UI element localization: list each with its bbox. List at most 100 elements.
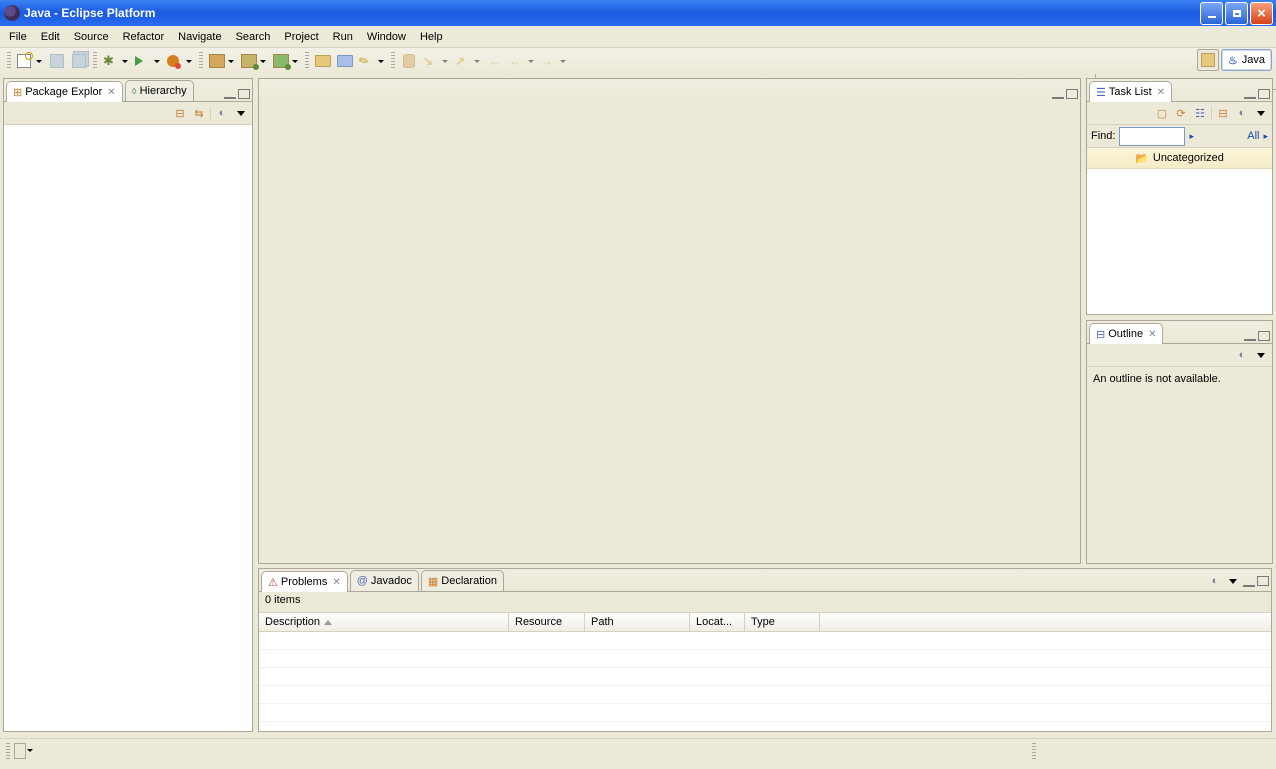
annotation-prev-button[interactable]: ↗ <box>453 51 483 71</box>
focus-task-button[interactable]: ◐ <box>1207 573 1223 589</box>
close-tab-icon[interactable]: ✕ <box>1148 329 1156 340</box>
package-explorer-content[interactable] <box>4 125 252 731</box>
outline-icon: ⊟ <box>1096 328 1105 341</box>
view-menu-button[interactable] <box>233 105 249 121</box>
focus-task-button[interactable]: ◐ <box>214 105 230 121</box>
menu-file[interactable]: File <box>2 29 34 45</box>
col-resource[interactable]: Resource <box>509 613 585 631</box>
window-maximize-button[interactable] <box>1225 2 1248 25</box>
tab-outline[interactable]: ⊟ Outline ✕ <box>1089 323 1163 344</box>
task-category-row[interactable]: 📂 Uncategorized <box>1087 148 1272 169</box>
close-tab-icon[interactable]: ✕ <box>332 577 340 588</box>
folder-icon <box>315 55 331 67</box>
outline-tabs: ⊟ Outline ✕ <box>1087 321 1272 344</box>
debug-button[interactable]: ✱ <box>101 51 131 71</box>
new-class-button[interactable] <box>271 51 301 71</box>
close-tab-icon[interactable]: ✕ <box>1157 87 1165 98</box>
col-path[interactable]: Path <box>585 613 690 631</box>
synchronize-button[interactable]: ⟳ <box>1173 105 1189 121</box>
toolbar-grip[interactable] <box>93 52 97 70</box>
toolbar-grip[interactable] <box>305 52 309 70</box>
col-type[interactable]: Type <box>745 613 820 631</box>
close-tab-icon[interactable]: ✕ <box>107 87 115 98</box>
save-button[interactable] <box>47 51 67 71</box>
annotation-next-button[interactable]: ↘ <box>421 51 451 71</box>
tab-hierarchy[interactable]: ⬨ Hierarchy <box>125 80 194 101</box>
toolbar-grip[interactable] <box>199 52 203 70</box>
menu-search[interactable]: Search <box>229 29 278 45</box>
status-resize-grip[interactable] <box>1032 743 1036 759</box>
view-menu-button[interactable] <box>1253 105 1269 121</box>
history-forward-button[interactable]: → <box>539 51 569 71</box>
menu-chevron-icon <box>237 111 245 116</box>
external-tools-button[interactable] <box>165 51 195 71</box>
open-task-button[interactable] <box>335 51 355 71</box>
history-back-button[interactable]: ← <box>507 51 537 71</box>
run-button[interactable] <box>133 51 163 71</box>
task-find-input[interactable] <box>1119 127 1185 146</box>
menu-help[interactable]: Help <box>413 29 450 45</box>
package-icon <box>209 54 225 68</box>
maximize-editor-button[interactable] <box>1066 89 1078 99</box>
toggle-breadcrumb-button[interactable] <box>399 51 419 71</box>
search-button[interactable]: ✎ <box>357 51 387 71</box>
tab-label: Declaration <box>441 575 497 587</box>
tab-javadoc[interactable]: @ Javadoc <box>350 570 419 591</box>
task-filter-all[interactable]: All <box>1247 130 1259 142</box>
col-label: Type <box>751 616 775 628</box>
view-menu-button[interactable] <box>1253 347 1269 363</box>
open-perspective-button[interactable] <box>1197 49 1219 71</box>
new-type-button[interactable] <box>239 51 269 71</box>
menu-source[interactable]: Source <box>67 29 116 45</box>
new-wizard-button[interactable] <box>15 51 45 71</box>
menu-navigate[interactable]: Navigate <box>171 29 228 45</box>
window-close-button[interactable] <box>1250 2 1273 25</box>
new-package-button[interactable] <box>207 51 237 71</box>
minimize-view-button[interactable] <box>224 94 236 99</box>
problems-body[interactable] <box>259 632 1271 731</box>
menu-edit[interactable]: Edit <box>34 29 67 45</box>
statusbar-grip[interactable] <box>6 743 10 759</box>
minimize-view-button[interactable] <box>1243 582 1255 587</box>
menu-refactor[interactable]: Refactor <box>116 29 172 45</box>
window-minimize-button[interactable] <box>1200 2 1223 25</box>
java-perspective-button[interactable]: ♨ Java <box>1221 49 1272 71</box>
menu-project[interactable]: Project <box>277 29 325 45</box>
minimize-editor-button[interactable] <box>1052 94 1064 99</box>
tab-package-explorer[interactable]: ⊞ Package Explor ✕ <box>6 81 123 102</box>
fast-view-button[interactable] <box>14 743 26 759</box>
collapse-all-button[interactable]: ⊟ <box>172 105 188 121</box>
bug-icon: ✱ <box>103 53 114 69</box>
tab-declaration[interactable]: ▦ Declaration <box>421 570 504 591</box>
find-next-icon[interactable]: ▸ <box>1263 131 1268 142</box>
col-location[interactable]: Locat... <box>690 613 745 631</box>
minimize-view-button[interactable] <box>1244 336 1256 341</box>
maximize-view-button[interactable] <box>1258 89 1270 99</box>
toolbar-grip[interactable] <box>391 52 395 70</box>
link-editor-button[interactable]: ⇆ <box>191 105 207 121</box>
col-label: Description <box>265 616 320 628</box>
find-prev-icon[interactable]: ▸ <box>1189 131 1194 142</box>
tab-problems[interactable]: ⚠ Problems ✕ <box>261 571 348 592</box>
open-type-button[interactable] <box>313 51 333 71</box>
menu-run[interactable]: Run <box>326 29 360 45</box>
collapse-button[interactable]: ⊟ <box>1215 105 1231 121</box>
maximize-view-button[interactable] <box>1258 331 1270 341</box>
editor-area <box>258 78 1081 564</box>
task-list-content[interactable] <box>1087 169 1272 314</box>
focus-task-button[interactable]: ◐ <box>1234 347 1250 363</box>
maximize-view-button[interactable] <box>238 89 250 99</box>
tab-task-list[interactable]: ☰ Task List ✕ <box>1089 81 1172 102</box>
minimize-view-button[interactable] <box>1244 94 1256 99</box>
toolbar-grip[interactable] <box>7 52 11 70</box>
categorize-button[interactable]: ☷ <box>1192 105 1208 121</box>
menu-window[interactable]: Window <box>360 29 413 45</box>
focus-workweek-button[interactable]: ◐ <box>1234 105 1250 121</box>
maximize-view-button[interactable] <box>1257 576 1269 586</box>
view-menu-button[interactable] <box>1225 573 1241 589</box>
new-task-button[interactable]: ▢ <box>1154 105 1170 121</box>
task-list-stack: ☰ Task List ✕ ▢ ⟳ ☷ ⊟ ◐ Find: <box>1086 78 1273 315</box>
col-description[interactable]: Description <box>259 613 509 631</box>
save-all-button[interactable] <box>69 51 89 71</box>
last-edit-button[interactable]: ← <box>485 51 505 71</box>
